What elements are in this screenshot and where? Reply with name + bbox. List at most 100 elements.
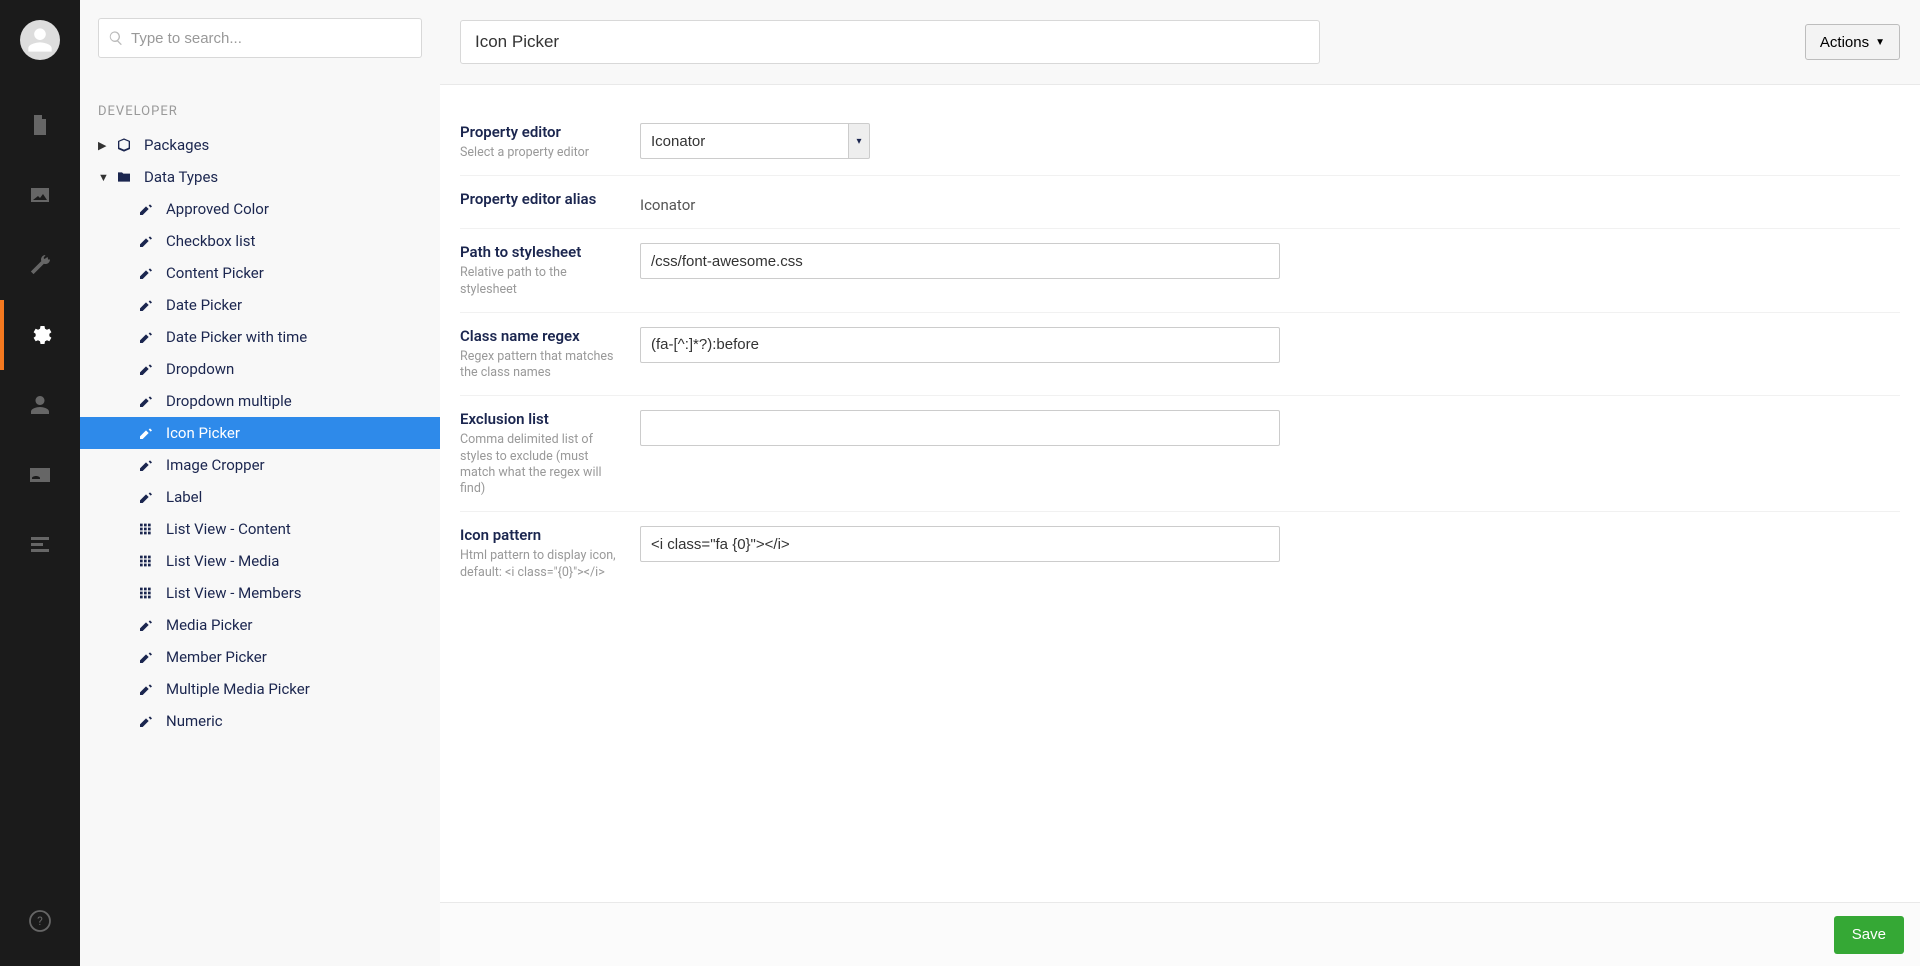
main-footer: Save — [440, 902, 1920, 966]
actions-button[interactable]: Actions ▼ — [1805, 24, 1900, 60]
tree-item-label: Label — [166, 488, 202, 506]
tree-item[interactable]: ▶Numeric — [80, 705, 440, 737]
tree-item[interactable]: ▶Dropdown multiple — [80, 385, 440, 417]
tree-item[interactable]: ▶List View - Members — [80, 577, 440, 609]
autofill-icon — [136, 265, 156, 281]
tree-item-label: Content Picker — [166, 264, 264, 282]
folder-icon — [114, 169, 134, 185]
row-pattern: Icon pattern Html pattern to display ico… — [460, 512, 1900, 595]
tree-item-label: Date Picker with time — [166, 328, 307, 346]
title-input[interactable] — [460, 20, 1320, 64]
tree: DEVELOPER ▶ Packages ▼ Data Types ▶Appro… — [80, 76, 440, 966]
rail-members[interactable] — [0, 440, 80, 510]
autofill-icon — [136, 361, 156, 377]
tree-item-label: List View - Content — [166, 520, 291, 538]
tree-item[interactable]: ▶Member Picker — [80, 641, 440, 673]
field-desc: Relative path to the stylesheet — [460, 265, 620, 298]
row-exclusion: Exclusion list Comma delimited list of s… — [460, 396, 1900, 512]
save-button[interactable]: Save — [1834, 916, 1904, 954]
stylesheet-input[interactable] — [640, 243, 1280, 279]
rail-help[interactable]: ? — [0, 886, 80, 956]
help-icon: ? — [28, 909, 52, 933]
search-input[interactable] — [98, 18, 422, 58]
tree-item[interactable]: ▶Dropdown — [80, 353, 440, 385]
tree-item[interactable]: ▶List View - Content — [80, 513, 440, 545]
rail-users[interactable] — [0, 370, 80, 440]
tree-item[interactable]: ▶Icon Picker — [80, 417, 440, 449]
alias-value: Iconator — [640, 190, 1280, 214]
id-card-icon — [28, 463, 52, 487]
tree-item[interactable]: ▶Date Picker — [80, 289, 440, 321]
autofill-icon — [136, 649, 156, 665]
regex-input[interactable] — [640, 327, 1280, 363]
rail-content[interactable] — [0, 90, 80, 160]
autofill-icon — [136, 713, 156, 729]
tree-item-label: Dropdown multiple — [166, 392, 292, 410]
tree-item[interactable]: ▶Approved Color — [80, 193, 440, 225]
box-icon — [114, 137, 134, 153]
tree-item-label: Multiple Media Picker — [166, 680, 310, 698]
tree-item-label: List View - Media — [166, 552, 279, 570]
tree-item-label: Image Cropper — [166, 456, 265, 474]
main: Actions ▼ Property editor Select a prope… — [440, 0, 1920, 966]
caret-down-icon: ▼ — [98, 171, 108, 184]
field-label: Path to stylesheet — [460, 243, 628, 261]
rail-media[interactable] — [0, 160, 80, 230]
tree-item-label: Checkbox list — [166, 232, 255, 250]
tree-item[interactable]: ▶Content Picker — [80, 257, 440, 289]
tree-item[interactable]: ▶Date Picker with time — [80, 321, 440, 353]
autofill-icon — [136, 233, 156, 249]
field-label: Property editor alias — [460, 190, 628, 208]
rail-forms[interactable] — [0, 510, 80, 580]
main-header: Actions ▼ — [440, 0, 1920, 85]
tree-datatypes[interactable]: ▼ Data Types — [80, 161, 440, 193]
autofill-icon — [136, 393, 156, 409]
row-stylesheet: Path to stylesheet Relative path to the … — [460, 229, 1900, 313]
autofill-icon — [136, 681, 156, 697]
exclusion-input[interactable] — [640, 410, 1280, 446]
row-alias: Property editor alias Iconator — [460, 176, 1900, 229]
field-label: Icon pattern — [460, 526, 628, 544]
image-icon — [28, 183, 52, 207]
tree-label: Data Types — [144, 168, 218, 186]
grid-icon — [136, 521, 156, 537]
form-icon — [28, 533, 52, 557]
autofill-icon — [136, 457, 156, 473]
tree-item-label: Numeric — [166, 712, 223, 730]
tree-item[interactable]: ▶Image Cropper — [80, 449, 440, 481]
tree-item[interactable]: ▶Multiple Media Picker — [80, 673, 440, 705]
rail-developer[interactable] — [0, 300, 80, 370]
autofill-icon — [136, 297, 156, 313]
pattern-input[interactable] — [640, 526, 1280, 562]
tree-item[interactable]: ▶Media Picker — [80, 609, 440, 641]
form: Property editor Select a property editor… — [440, 85, 1920, 902]
tree-item-label: Icon Picker — [166, 424, 240, 442]
tree-item[interactable]: ▶List View - Media — [80, 545, 440, 577]
field-label: Class name regex — [460, 327, 628, 345]
tree-item-label: Dropdown — [166, 360, 234, 378]
autofill-icon — [136, 329, 156, 345]
tree-item-label: List View - Members — [166, 584, 302, 602]
user-icon — [26, 26, 54, 54]
tree-label: Packages — [144, 136, 209, 154]
autofill-icon — [136, 425, 156, 441]
select-toggle[interactable]: ▾ — [848, 123, 870, 159]
autofill-icon — [136, 489, 156, 505]
row-regex: Class name regex Regex pattern that matc… — [460, 313, 1900, 397]
field-desc: Html pattern to display icon, default: <… — [460, 548, 620, 581]
property-editor-select[interactable]: Iconator — [640, 123, 848, 159]
tree-item-label: Approved Color — [166, 200, 269, 218]
grid-icon — [136, 553, 156, 569]
autofill-icon — [136, 201, 156, 217]
tree-item[interactable]: ▶Label — [80, 481, 440, 513]
rail-settings[interactable] — [0, 230, 80, 300]
tree-item[interactable]: ▶Checkbox list — [80, 225, 440, 257]
autofill-icon — [136, 617, 156, 633]
gear-icon — [28, 323, 52, 347]
avatar[interactable] — [20, 20, 60, 60]
tree-packages[interactable]: ▶ Packages — [80, 129, 440, 161]
document-icon — [28, 113, 52, 137]
tree-item-label: Media Picker — [166, 616, 253, 634]
tree-section-header: DEVELOPER — [80, 86, 440, 129]
tree-panel: DEVELOPER ▶ Packages ▼ Data Types ▶Appro… — [80, 0, 440, 966]
